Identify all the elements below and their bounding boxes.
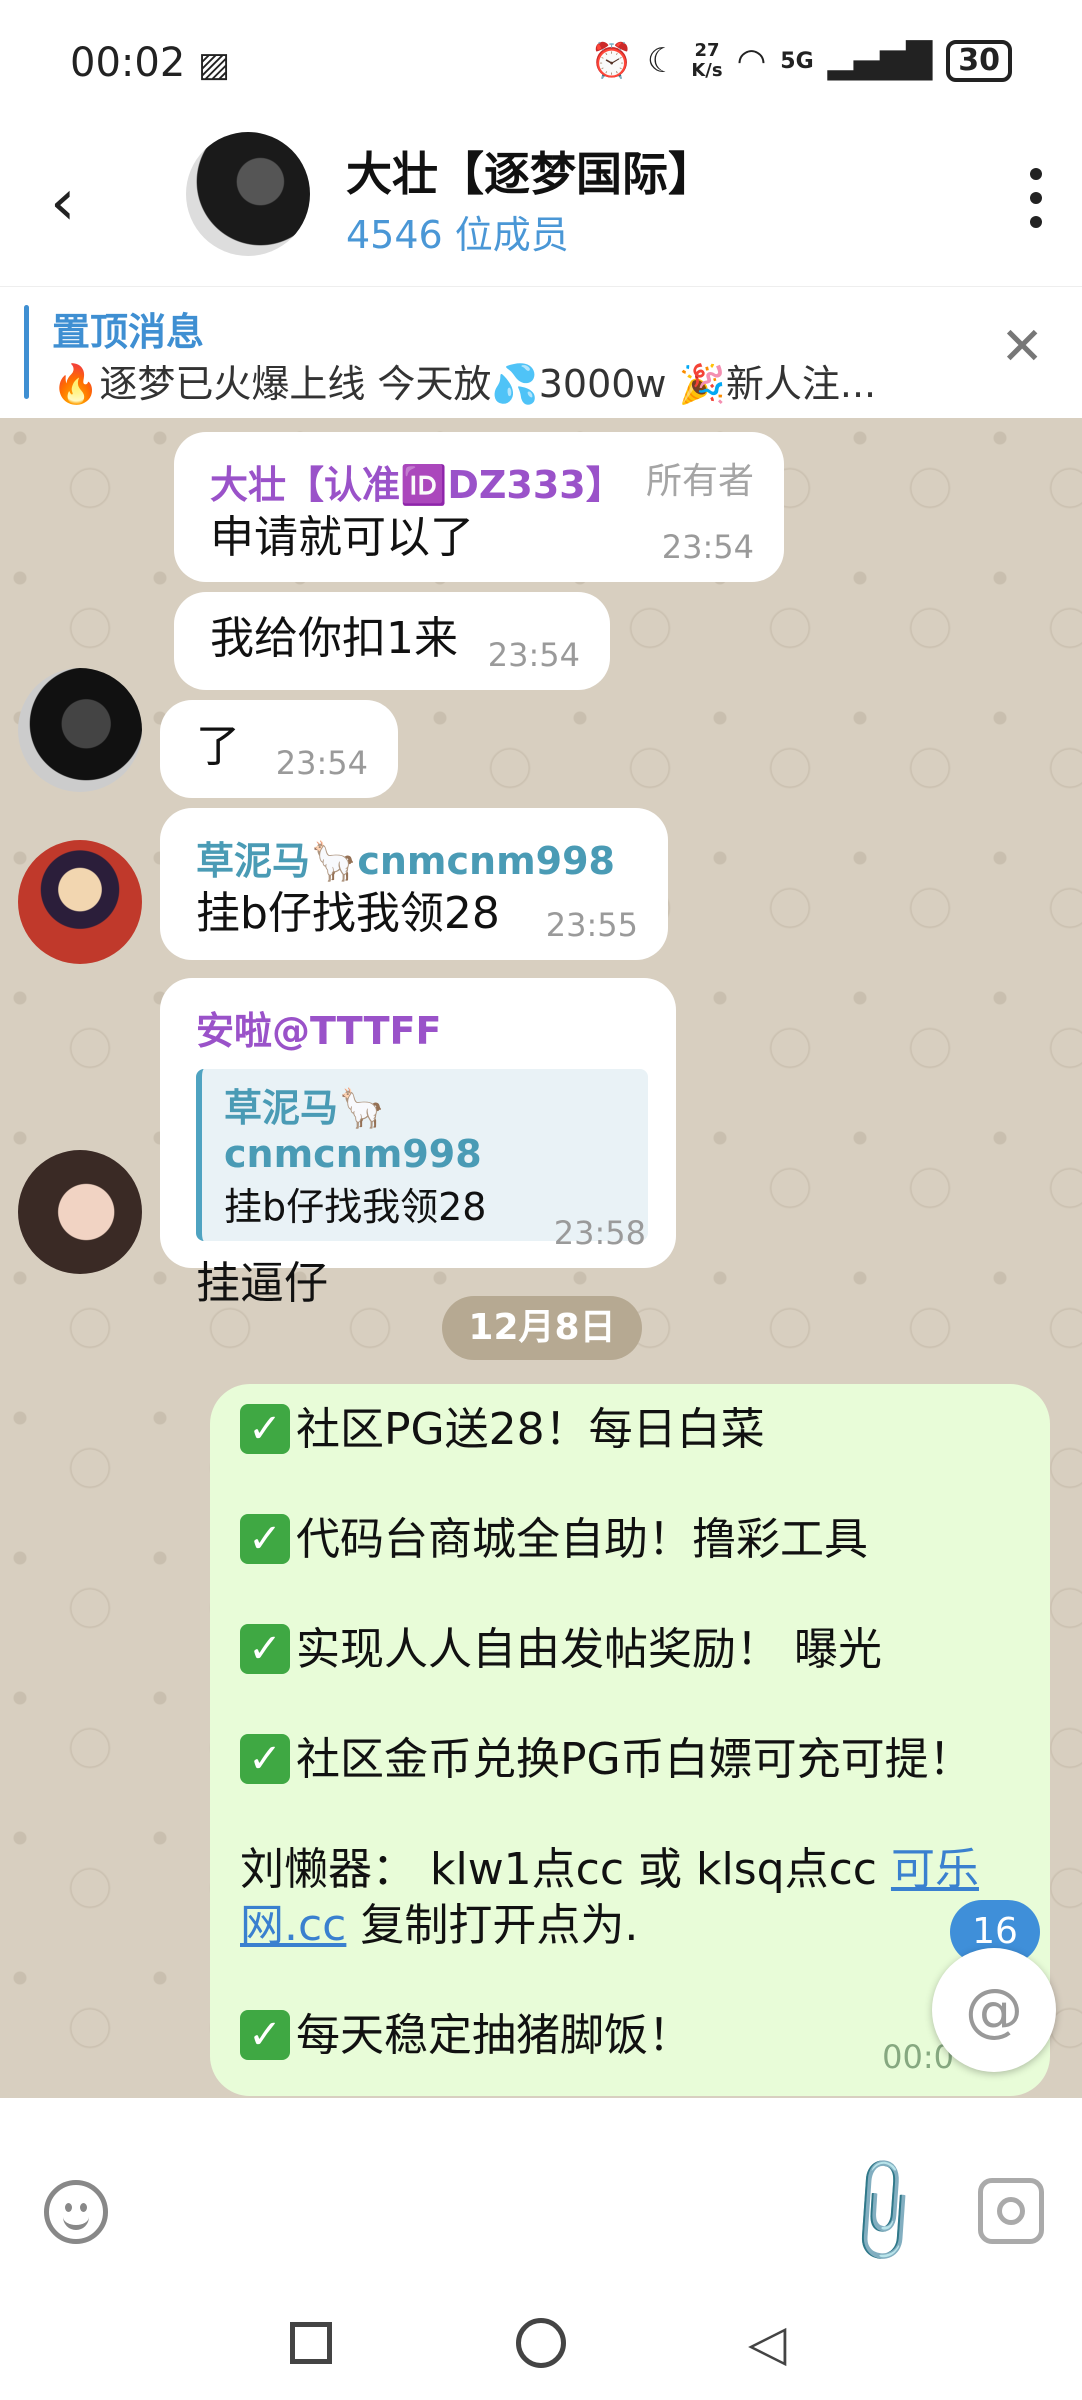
member-count[interactable]: 4546 位成员	[346, 204, 569, 259]
message-sender[interactable]: 草泥马🦙cnmcnm998	[196, 830, 640, 885]
message-time: 23:55	[545, 906, 638, 944]
message-bubble[interactable]: 大壮【认准🆔DZ333】 所有者 申请就可以了 23:54	[174, 432, 784, 582]
check-mark-icon: ✓	[240, 1514, 290, 1564]
check-mark-icon: ✓	[240, 1404, 290, 1454]
gallery-icon: ▨	[198, 45, 231, 85]
network-type: 5G	[780, 48, 814, 74]
alarm-icon: ⏰	[590, 41, 633, 81]
message-time: 23:54	[275, 744, 368, 782]
list-item: ✓ 代码台商城全自助！撸彩工具	[240, 1512, 1010, 1568]
paperclip-icon[interactable]: 📎	[819, 2148, 945, 2275]
wifi-icon: ◠	[736, 41, 767, 81]
message-bubble[interactable]: 安啦@TTTFF 草泥马🦙cnmcnm998 挂b仔找我领28 挂逼仔 23:5…	[160, 978, 676, 1309]
owner-badge: 所有者	[645, 461, 754, 502]
check-mark-icon: ✓	[240, 2010, 290, 2060]
list-item: ✓ 社区金币兑换PG币白嫖可充可提！	[240, 1732, 1010, 1788]
pinned-text: 🔥逐梦已火爆上线 今天放💦3000w 🎉新人注...	[52, 362, 877, 406]
pinned-message[interactable]: 置顶消息 🔥逐梦已火爆上线 今天放💦3000w 🎉新人注... ✕	[0, 286, 1082, 420]
message-time: 23:54	[487, 636, 580, 674]
message-input-bar[interactable]: 📎	[0, 2098, 1082, 2294]
recent-apps-icon[interactable]	[290, 2322, 332, 2364]
group-avatar[interactable]	[186, 132, 310, 256]
avatar[interactable]	[18, 840, 142, 964]
avatar[interactable]	[18, 1150, 142, 1274]
camera-icon[interactable]	[978, 2178, 1044, 2244]
message-time: 23:54	[661, 528, 754, 566]
status-bar: 00:02 ▨ ⏰ ☾ 27 K/s ◠ 5G ▂▄▆█ 30	[0, 0, 1082, 128]
avatar[interactable]	[18, 668, 142, 792]
quote-sender: 草泥马🦙cnmcnm998	[224, 1086, 482, 1176]
chat-header: ‹ 大壮【逐梦国际】 4546 位成员	[0, 128, 1082, 286]
network-speed: 27 K/s	[691, 40, 723, 81]
message-bubble[interactable]: 我给你扣1来 23:54	[174, 592, 610, 690]
chat-area[interactable]: 大壮【认准🆔DZ333】 所有者 申请就可以了 23:54 我给你扣1来 23:…	[0, 418, 1082, 2098]
list-item: ✓ 实现人人自由发帖奖励！ 曝光	[240, 1622, 1010, 1678]
status-time: 00:02 ▨	[70, 40, 231, 86]
moon-icon: ☾	[646, 41, 678, 81]
message-time: 23:58	[553, 1214, 646, 1252]
back-arrow-icon[interactable]: ‹	[50, 168, 76, 238]
group-title[interactable]: 大壮【逐梦国际】	[346, 138, 714, 204]
date-separator: 12月8日	[442, 1296, 642, 1360]
back-icon[interactable]: ◁	[748, 2314, 786, 2372]
system-nav-bar: ◁	[0, 2294, 1082, 2400]
message-paragraph: 刘懒器： klw1点cc 或 klsq点cc 可乐网.cc 复制打开点为.	[240, 1844, 979, 1951]
check-mark-icon: ✓	[240, 1624, 290, 1674]
more-menu-icon[interactable]	[1026, 168, 1046, 228]
emoji-icon[interactable]	[44, 2180, 108, 2244]
pinned-indicator	[24, 305, 29, 399]
message-sender[interactable]: 安啦@TTTFF	[196, 1000, 648, 1055]
status-icons: ⏰ ☾ 27 K/s ◠ 5G ▂▄▆█ 30	[591, 40, 1012, 82]
battery-icon: 30	[946, 40, 1012, 82]
list-item: ✓ 社区PG送28！每日白菜	[240, 1402, 1010, 1458]
close-icon[interactable]: ✕	[1000, 317, 1044, 377]
outgoing-message-bubble[interactable]: ✓ 社区PG送28！每日白菜 ✓ 代码台商城全自助！撸彩工具 ✓ 实现人人自由发帖奖励…	[210, 1384, 1050, 2096]
mention-icon[interactable]: @	[932, 1948, 1056, 2072]
check-mark-icon: ✓	[240, 1734, 290, 1784]
home-icon[interactable]	[516, 2318, 566, 2368]
signal-icon: ▂▄▆█	[827, 41, 933, 81]
message-bubble[interactable]: 了 23:54	[160, 700, 398, 798]
message-bubble[interactable]: 草泥马🦙cnmcnm998 挂b仔找我领28 23:55	[160, 808, 668, 960]
pinned-label: 置顶消息	[52, 310, 205, 354]
